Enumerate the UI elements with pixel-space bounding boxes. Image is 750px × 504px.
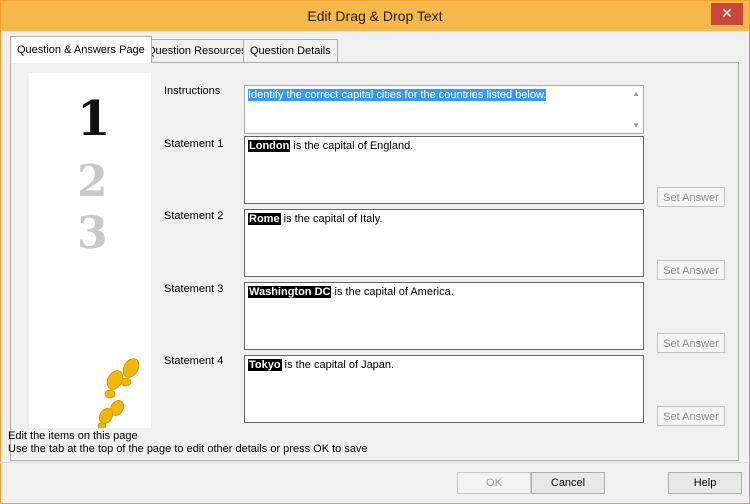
statement-text: is the capital of Japan. — [281, 359, 395, 371]
statement-text: is the capital of America. — [331, 286, 454, 298]
scroll-up-icon[interactable]: ▲ — [632, 89, 640, 98]
close-button[interactable]: ✕ — [711, 3, 743, 25]
step-illustration-panel: 1 2 3 — [29, 73, 151, 430]
statement-3-label: Statement 3 — [164, 283, 224, 295]
instructions-field[interactable]: Identify the correct capital cities for … — [244, 85, 644, 134]
statement-3-field[interactable]: Washington DC is the capital of America. — [244, 282, 644, 350]
answer-highlight: Rome — [248, 213, 281, 225]
step-number-3: 3 — [77, 208, 108, 259]
instructions-label: Instructions — [164, 85, 221, 97]
tab-panel: 1 2 3 Instructions Identify the correct … — [10, 62, 739, 461]
step-number-2: 2 — [77, 156, 108, 207]
statement-2-field[interactable]: Rome is the capital of Italy. — [244, 209, 644, 277]
footer-divider — [0, 462, 748, 463]
statement-text: is the capital of Italy. — [280, 213, 383, 225]
statement-text: is the capital of England. — [290, 140, 414, 152]
tab-question-details[interactable]: Question Details — [243, 39, 338, 62]
cancel-button[interactable]: Cancel — [531, 472, 605, 494]
set-answer-button-4[interactable]: Set Answer — [657, 406, 725, 426]
title-bar[interactable]: Edit Drag & Drop Text ✕ — [1, 1, 749, 31]
tab-question-answers[interactable]: Question & Answers Page — [10, 36, 152, 63]
ok-button[interactable]: OK — [457, 472, 531, 494]
answer-highlight: Tokyo — [248, 359, 282, 371]
set-answer-button-2[interactable]: Set Answer — [657, 260, 725, 280]
tab-question-resources[interactable]: Question Resources — [140, 39, 254, 62]
footprints-icon — [97, 358, 140, 430]
statement-1-label: Statement 1 — [164, 138, 224, 150]
statement-4-label: Statement 4 — [164, 355, 224, 367]
statement-2-label: Statement 2 — [164, 210, 224, 222]
status-hint: Edit the items on this page Use the tab … — [8, 430, 368, 456]
window-title: Edit Drag & Drop Text — [307, 8, 443, 24]
hint-line-2: Use the tab at the top of the page to ed… — [8, 443, 368, 455]
steps-illustration: 1 2 3 — [77, 91, 140, 430]
scroll-down-icon[interactable]: ▼ — [632, 121, 640, 130]
answer-highlight: Washington DC — [248, 286, 332, 298]
answer-highlight: London — [248, 140, 291, 152]
set-answer-button-1[interactable]: Set Answer — [657, 187, 725, 207]
hint-line-1: Edit the items on this page — [8, 430, 138, 442]
set-answer-button-3[interactable]: Set Answer — [657, 333, 725, 353]
statement-1-field[interactable]: London is the capital of England. — [244, 136, 644, 204]
statement-4-field[interactable]: Tokyo is the capital of Japan. — [244, 355, 644, 423]
step-number-1: 1 — [77, 91, 110, 147]
help-button[interactable]: Help — [668, 472, 742, 494]
instructions-text: Identify the correct capital cities for … — [248, 89, 547, 101]
